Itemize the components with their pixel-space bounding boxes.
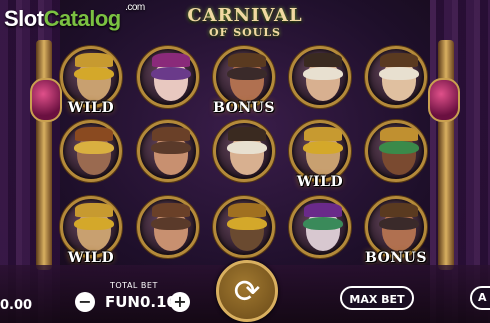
headdress-icon <box>380 203 418 217</box>
site-logo: SlotCatalog .com <box>4 2 145 32</box>
reel-symbol <box>137 120 199 182</box>
symbol-frame <box>137 196 199 258</box>
increase-bet-button[interactable]: + <box>170 292 190 312</box>
mask-icon <box>227 217 267 230</box>
mask-icon <box>379 217 419 230</box>
reel-symbol <box>365 120 427 182</box>
headdress-icon <box>228 53 266 67</box>
mask-icon <box>227 67 267 80</box>
mask-icon <box>379 67 419 80</box>
reel-symbol <box>365 46 427 108</box>
symbol-frame <box>60 46 122 108</box>
reel-symbol <box>213 196 275 258</box>
symbol-frame <box>137 46 199 108</box>
symbol-label: WILD <box>67 250 115 266</box>
logo-part1: Slot <box>4 6 44 31</box>
reel-symbol <box>213 120 275 182</box>
autoplay-button[interactable]: A <box>470 286 490 310</box>
symbol-frame <box>289 46 351 108</box>
mask-icon <box>151 217 191 230</box>
reel-symbol: WILD <box>60 46 122 116</box>
symbol-frame <box>137 120 199 182</box>
left-pillar <box>36 40 52 270</box>
game-title: CARNIVAL OF SOULS <box>180 5 310 40</box>
reel-symbol <box>289 46 351 108</box>
symbol-frame <box>60 120 122 182</box>
total-bet-label: TOTAL BET <box>110 281 158 290</box>
headdress-icon <box>75 53 113 67</box>
balance-value: 0.00 <box>0 298 33 313</box>
mask-icon <box>74 141 114 154</box>
mask-icon <box>303 217 343 230</box>
symbol-frame <box>365 120 427 182</box>
symbol-label: WILD <box>296 174 344 190</box>
headdress-icon <box>228 127 266 141</box>
reel-symbol <box>137 46 199 108</box>
logo-suffix: .com <box>125 2 145 13</box>
max-bet-button[interactable]: MAX BET <box>340 286 414 310</box>
headdress-icon <box>75 203 113 217</box>
symbol-frame <box>213 120 275 182</box>
reel-symbol: BONUS <box>365 196 427 266</box>
headdress-icon <box>304 203 342 217</box>
mask-icon <box>227 141 267 154</box>
symbol-frame <box>365 196 427 258</box>
reel-grid: WILD WILD BONUS WILD BONUS <box>58 42 432 270</box>
mask-icon <box>303 141 343 154</box>
reel-symbol: BONUS <box>213 46 275 116</box>
mask-icon <box>303 67 343 80</box>
headdress-icon <box>304 127 342 141</box>
reel-symbol <box>60 120 122 182</box>
symbol-frame <box>289 120 351 182</box>
right-pillar <box>438 40 454 270</box>
reel-symbol: WILD <box>289 120 351 190</box>
symbol-frame <box>289 196 351 258</box>
headdress-icon <box>152 203 190 217</box>
title-line1: CARNIVAL <box>187 5 303 26</box>
mask-icon <box>74 217 114 230</box>
mask-icon <box>379 141 419 154</box>
title-line2: OF SOULS <box>208 26 282 39</box>
mask-icon <box>74 67 114 80</box>
mask-icon <box>151 67 191 80</box>
headdress-icon <box>152 53 190 67</box>
logo-part2: Catalog <box>43 6 122 31</box>
symbol-label: BONUS <box>213 100 275 116</box>
reel-symbol: WILD <box>60 196 122 266</box>
headdress-icon <box>75 127 113 141</box>
headdress-icon <box>152 127 190 141</box>
headdress-icon <box>380 127 418 141</box>
total-bet-value: FUN0.10 <box>105 293 177 311</box>
symbol-frame <box>213 46 275 108</box>
right-orb-ornament <box>428 78 460 122</box>
headdress-icon <box>304 53 342 67</box>
symbol-frame <box>60 196 122 258</box>
decrease-bet-button[interactable]: − <box>75 292 95 312</box>
symbol-label: WILD <box>67 100 115 116</box>
symbol-frame <box>213 196 275 258</box>
headdress-icon <box>380 53 418 67</box>
reel-symbol <box>289 196 351 258</box>
symbol-label: BONUS <box>365 250 427 266</box>
spin-button[interactable]: ⟳ <box>216 260 278 322</box>
headdress-icon <box>228 203 266 217</box>
mask-icon <box>151 141 191 154</box>
symbol-frame <box>365 46 427 108</box>
spin-arrows-icon: ⟳ <box>233 272 261 310</box>
reel-symbol <box>137 196 199 258</box>
